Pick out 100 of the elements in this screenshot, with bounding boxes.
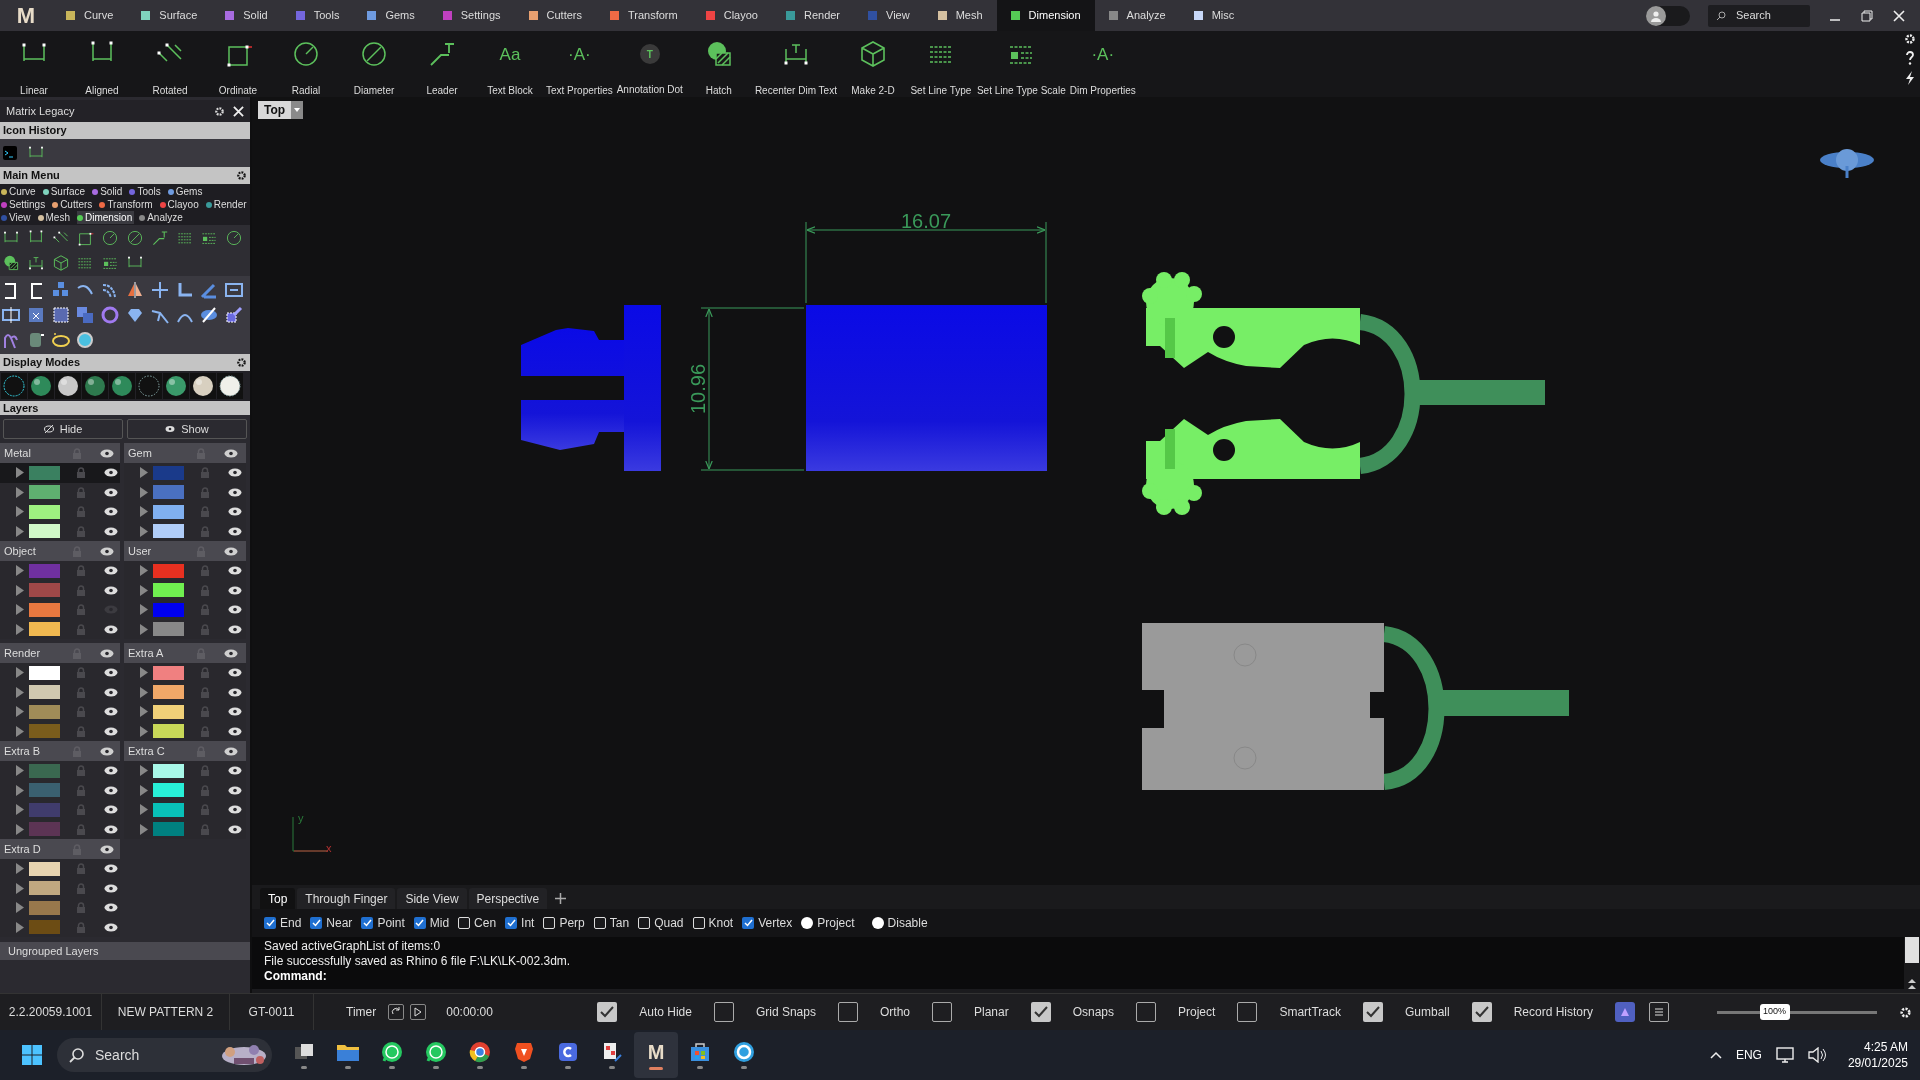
clock-time[interactable]: 4:25 AM — [1863, 1039, 1908, 1055]
ribbon-button[interactable]: Aa Text Block — [476, 31, 544, 97]
menu-item[interactable]: Dimension — [76, 211, 135, 224]
ribbon-button[interactable]: Hatch — [684, 31, 753, 97]
snap-label: Knot — [708, 915, 734, 932]
menu-tab[interactable]: Misc — [1179, 0, 1249, 31]
command-log-line: Saved activeGraphList of items:0 — [264, 939, 442, 954]
search-field[interactable]: Search — [1708, 4, 1810, 27]
menu-item[interactable]: Solid — [92, 185, 125, 198]
snap-label: Perp — [559, 915, 585, 932]
menu-item[interactable]: Gems — [167, 185, 205, 198]
snap-label: Disable — [887, 915, 928, 932]
toggle-label: Ortho — [879, 1004, 910, 1021]
snap-label: Cen — [474, 915, 497, 932]
toggle-label: Osnaps — [1072, 1004, 1115, 1021]
menu-tab[interactable]: Tools — [281, 0, 354, 31]
snap-label: Near — [326, 915, 353, 932]
command-log-line: File successfully saved as Rhino 6 file F:\LK\LK-002.3dm. — [264, 954, 572, 969]
layer-group-name: Extra D — [4, 841, 42, 857]
toggle-label: Grid Snaps — [755, 1004, 816, 1021]
ribbon-button[interactable]: Linear — [0, 31, 68, 97]
menu-item[interactable]: View — [1, 211, 33, 224]
menu-item[interactable]: Settings — [1, 198, 48, 211]
menu-tab[interactable]: Transform — [596, 0, 692, 31]
menu-tab[interactable]: Curve — [52, 0, 128, 31]
ribbon-button[interactable]: Rotated — [136, 31, 204, 97]
layer-group-name: User — [128, 543, 153, 559]
toggle-label: Project — [1178, 1004, 1216, 1021]
toggle-label: Auto Hide — [639, 1004, 692, 1021]
menu-item[interactable]: Render — [205, 198, 249, 211]
clock-date[interactable]: 29/01/2025 — [1847, 1055, 1908, 1071]
layer-group-name: Ungrouped Layers — [8, 943, 99, 959]
panel-title: Matrix Legacy — [6, 103, 75, 119]
layer-group-name: Object — [4, 543, 37, 559]
menu-item[interactable]: Mesh — [37, 211, 72, 224]
section-header: Main Menu — [3, 168, 60, 184]
snap-label: Int — [521, 915, 535, 932]
menu-item[interactable]: Surface — [42, 185, 88, 198]
menu-tab[interactable]: Solid — [211, 0, 282, 31]
menu-tab[interactable]: Settings — [428, 0, 515, 31]
ribbon-button[interactable]: Diameter — [340, 31, 408, 97]
menu-tab[interactable]: Dimension — [996, 0, 1095, 31]
menu-item[interactable]: Clayoo — [159, 198, 201, 211]
snap-label: Mid — [429, 915, 450, 932]
ribbon-button[interactable]: ·A· Dim Properties — [1067, 31, 1138, 97]
ribbon-button[interactable]: Ordinate — [204, 31, 272, 97]
search-field[interactable]: Search — [57, 1038, 272, 1072]
dimension-text: 10.96 — [687, 363, 709, 415]
ribbon-button[interactable]: Aligned — [68, 31, 136, 97]
timer-label: Timer — [346, 1004, 377, 1021]
text-glyph-icon: ·A· — [1091, 39, 1115, 69]
hide-button[interactable]: Hide — [3, 419, 123, 439]
toggle-label: Planar — [974, 1004, 1009, 1021]
ribbon-button[interactable]: Set Line Type Scale — [974, 31, 1068, 97]
menu-tab[interactable]: Mesh — [923, 0, 997, 31]
menu-tab[interactable]: View — [854, 0, 924, 31]
menu-tab[interactable]: Surface — [127, 0, 212, 31]
show-button[interactable]: Show — [127, 419, 247, 439]
text-glyph-icon: Aa — [499, 39, 521, 69]
ribbon-button[interactable]: Make 2-D — [838, 31, 907, 97]
ribbon-button[interactable]: Leader — [408, 31, 476, 97]
menu-item[interactable]: Transform — [99, 198, 155, 211]
menu-tab[interactable]: Analyze — [1094, 0, 1180, 31]
dimension-text: 16.07 — [900, 210, 952, 232]
snap-label: Point — [377, 915, 405, 932]
ribbon-button[interactable]: ·A· Text Properties — [544, 31, 615, 97]
menu-tab[interactable]: Clayoo — [691, 0, 772, 31]
axis-label: x — [326, 842, 332, 854]
section-header: Layers — [3, 400, 39, 416]
layer-group-name: Gem — [128, 445, 153, 461]
ribbon-button[interactable]: Radial — [272, 31, 340, 97]
layer-group-name: Render — [4, 645, 42, 661]
menu-item[interactable]: Curve — [1, 185, 38, 198]
ribbon-button[interactable]: T Annotation Dot — [614, 31, 685, 97]
view-tab[interactable]: Top — [260, 888, 296, 909]
axis-label: y — [298, 812, 304, 824]
zoom-slider[interactable]: 100% — [1717, 1004, 1877, 1020]
app-logo[interactable]: M — [0, 4, 52, 27]
snap-label: Tan — [609, 915, 630, 932]
view-tab[interactable]: Through Finger — [297, 888, 396, 909]
menu-tab[interactable]: Gems — [353, 0, 429, 31]
menu-item[interactable]: Cutters — [52, 198, 95, 211]
menu-tab[interactable]: Cutters — [514, 0, 596, 31]
view-tab[interactable]: Perspective — [468, 888, 548, 909]
ribbon-button[interactable]: Recenter Dim Text — [752, 31, 839, 97]
ribbon-button[interactable]: Set Line Type — [906, 31, 975, 97]
language-indicator[interactable]: ENG — [1735, 1046, 1762, 1064]
layer-group-name: Extra B — [4, 743, 42, 759]
timer-value: 00:00:00 — [446, 1004, 493, 1021]
layer-group-name: Metal — [4, 445, 32, 461]
menu-tab[interactable]: Render — [771, 0, 855, 31]
menu-item[interactable]: Tools — [129, 185, 163, 198]
view-tab[interactable]: Side View — [397, 888, 467, 909]
command-prompt[interactable]: Command: — [264, 969, 1892, 984]
text-glyph-icon: ·A· — [568, 39, 591, 69]
zoom-thumb[interactable]: 100% — [1759, 1004, 1790, 1020]
view-dropdown[interactable]: Top — [258, 101, 292, 119]
snap-label: Quad — [654, 915, 684, 932]
menu-item[interactable]: Analyze — [139, 211, 185, 224]
section-header: Display Modes — [3, 355, 81, 371]
